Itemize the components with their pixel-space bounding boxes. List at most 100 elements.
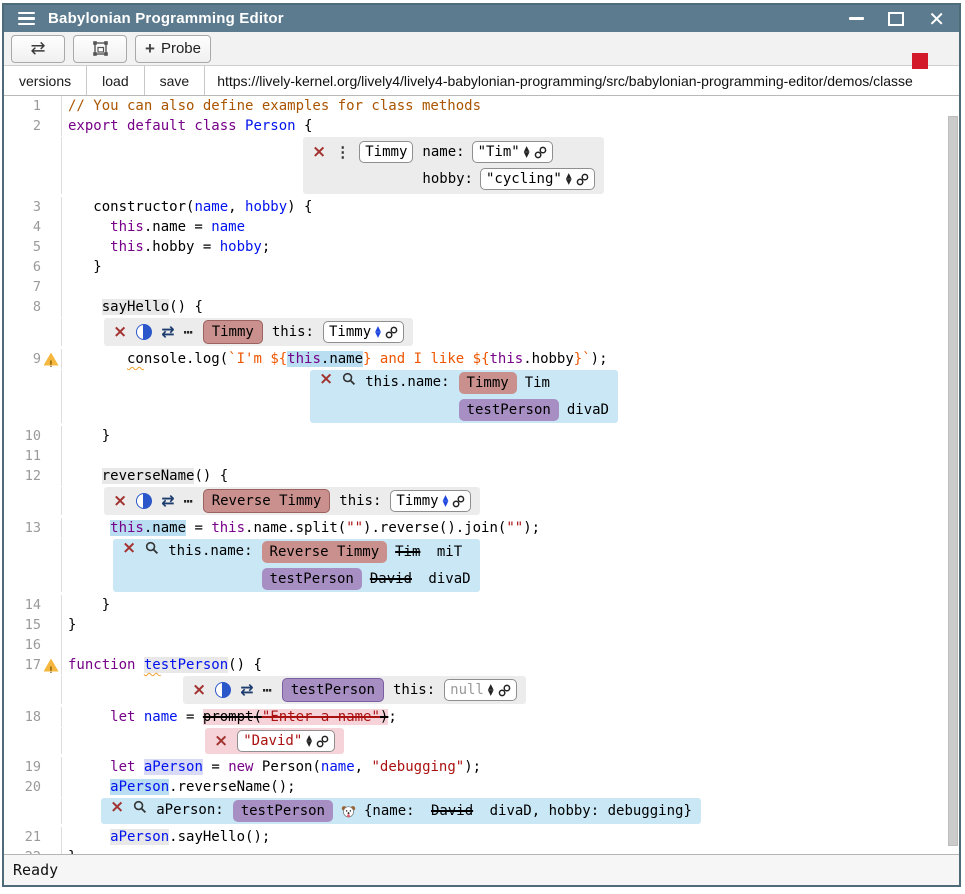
code-line-content[interactable]: function testPerson() { [62,655,262,675]
value-input[interactable]: "cycling"▲▼ [480,168,595,190]
code-line-content[interactable]: aPerson.sayHello(); [62,827,270,847]
close-button[interactable]: × [110,800,124,814]
close-button[interactable]: × [113,325,127,339]
example-badge[interactable]: Reverse Timmy [262,541,388,563]
more-options-icon[interactable]: ⋯ [184,327,194,337]
gutter-cell: 3 [4,197,62,217]
code-line-content[interactable]: this.hobby = hobby; [62,237,270,257]
activation-widget[interactable]: ×⇄⋯Timmythis:Timmy▲▼ [104,318,413,346]
code-line-content[interactable]: constructor(name, hobby) { [62,197,312,217]
widget-cell: × "David"▲▼ [62,728,344,754]
probe-widget[interactable]: ×this.name:Reverse TimmyTim miTtestPerso… [113,539,480,592]
code-token: .sayHello(); [169,829,270,845]
more-options-icon[interactable]: ⋯ [263,685,273,695]
stepper-arrows[interactable]: ▲▼ [524,146,530,159]
magnifier-icon[interactable] [342,372,356,386]
swap-tool-button[interactable]: ⇄ [11,35,65,63]
close-button[interactable]: × [214,734,228,748]
url-field[interactable]: https://lively-kernel.org/lively4/lively… [205,66,959,95]
example-badge[interactable]: testPerson [233,800,333,822]
link-icon[interactable] [385,326,398,339]
add-probe-button[interactable]: + Probe [135,35,211,63]
value-input[interactable]: null▲▼ [444,679,517,701]
code-line-content[interactable]: } [62,257,102,277]
close-button[interactable]: × [113,494,127,508]
stepper-arrows[interactable]: ▲▼ [566,173,572,186]
link-icon[interactable] [498,684,511,697]
warning-icon: ! [44,659,59,672]
code-line-content[interactable]: export default class Person { [62,116,312,136]
link-icon[interactable] [316,735,329,748]
code-line-content[interactable]: reverseName() { [62,466,228,486]
example-badge[interactable]: Reverse Timmy [203,489,331,513]
toggle-icon[interactable] [136,324,152,340]
example-badge[interactable]: testPerson [459,399,559,421]
close-button[interactable]: × [192,683,206,697]
minimize-button[interactable] [849,17,864,20]
link-icon[interactable] [534,146,547,159]
load-button[interactable]: load [87,66,144,95]
link-icon[interactable] [576,173,589,186]
code-line-content[interactable]: aPerson.reverseName(); [62,777,296,797]
probe-widget[interactable]: ×this.name:TimmyTimtestPersondivaD [310,370,618,423]
link-icon[interactable] [452,495,465,508]
example-name-input[interactable]: Timmy [359,141,413,163]
select-tool-button[interactable] [73,35,127,63]
stepper-arrows[interactable]: ▲▼ [443,495,449,508]
magnifier-icon[interactable] [145,541,159,555]
versions-button[interactable]: versions [4,66,87,95]
replacement-widget[interactable]: × "David"▲▼ [205,728,344,754]
code-line-content[interactable]: } [62,426,110,446]
probe-value: miT [428,542,462,562]
value-input[interactable]: Timmy▲▼ [390,490,471,512]
code-line-content[interactable]: } [62,847,76,854]
save-button[interactable]: save [145,66,206,95]
close-window-icon[interactable]: ✕ [928,11,945,27]
close-button[interactable]: × [319,372,333,386]
code-line-content[interactable]: this.name = this.name.split("").reverse(… [62,518,540,538]
code-editor[interactable]: 1// You can also define examples for cla… [4,96,959,854]
code-line-content[interactable]: this.name = name [62,217,245,237]
code-line-content[interactable]: // You can also define examples for clas… [62,96,481,116]
widget-cell: ×this.name:TimmyTimtestPersondivaD [62,370,618,423]
more-options-icon[interactable]: ⋯ [184,496,194,506]
example-badge[interactable]: Timmy [459,372,517,394]
drag-handle-icon[interactable]: ⋮ [335,145,350,159]
close-button[interactable]: × [312,145,326,159]
menu-icon[interactable] [18,12,35,26]
stepper-arrows[interactable]: ▲▼ [306,735,312,748]
value-input[interactable]: Timmy▲▼ [323,321,404,343]
code-line-content[interactable]: console.log(`I'm ${this.name} and I like… [62,349,608,369]
toggle-icon[interactable] [215,682,231,698]
example-badge[interactable]: testPerson [282,678,384,702]
stepper-arrows[interactable]: ▲▼ [375,326,381,339]
value-input[interactable]: "Tim"▲▼ [472,141,553,163]
swap-arrows-icon[interactable]: ⇄ [161,325,174,339]
code-token: ); [591,351,608,367]
code-line-content[interactable]: } [62,615,76,635]
code-line-content[interactable]: } [62,595,110,615]
widget-row: ×this.name:Reverse TimmyTim miTtestPerso… [4,539,959,592]
activation-widget[interactable]: ×⇄⋯Reverse Timmythis:Timmy▲▼ [104,487,480,515]
swap-arrows-icon[interactable]: ⇄ [161,494,174,508]
stepper-arrows[interactable]: ▲▼ [488,684,494,697]
example-badge[interactable]: testPerson [262,568,362,590]
code-token: } [68,849,76,854]
example-badge[interactable]: Timmy [203,320,263,344]
probe-widget[interactable]: ×aPerson:testPerson{name: David divaD, h… [101,798,701,824]
selection-box-icon [92,40,109,57]
toggle-icon[interactable] [136,493,152,509]
example-widget[interactable]: ×⋮Timmyname:"Tim"▲▼hobby:"cycling"▲▼ [303,137,604,194]
maximize-button[interactable] [888,12,904,26]
scrollbar-thumb[interactable] [948,116,958,846]
magnifier-icon[interactable] [133,800,147,814]
probe-value: Tim [395,542,420,562]
code-line-content[interactable]: sayHello() { [62,297,203,317]
swap-arrows-icon[interactable]: ⇄ [240,683,253,697]
code-token: this [287,351,321,367]
code-line-content[interactable]: let aPerson = new Person(name, "debuggin… [62,757,481,777]
close-button[interactable]: × [122,541,136,555]
activation-widget[interactable]: ×⇄⋯testPersonthis:null▲▼ [183,676,526,704]
value-input[interactable]: "David"▲▼ [237,730,335,752]
code-line-content[interactable]: let name = prompt("Enter a name"); [62,707,397,727]
